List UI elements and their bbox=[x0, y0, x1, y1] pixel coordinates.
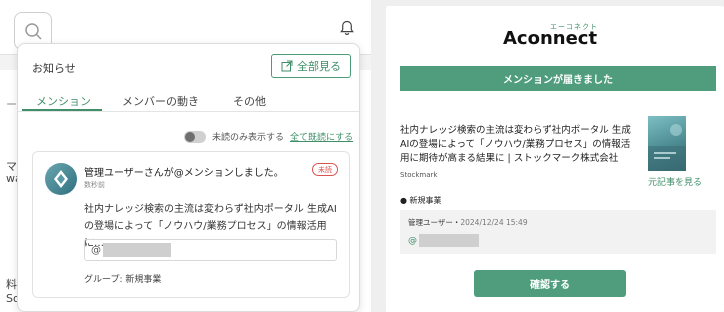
tab-member-activity[interactable]: メンバーの動き bbox=[122, 93, 199, 109]
thumbnail-graphic bbox=[648, 124, 686, 171]
article-source: Stockmark bbox=[400, 171, 438, 179]
popup-title: お知らせ bbox=[32, 62, 76, 75]
unread-only-label: 未読のみ表示する bbox=[212, 133, 285, 143]
confirm-button[interactable]: 確認する bbox=[474, 270, 626, 297]
redacted-username bbox=[103, 243, 171, 257]
background-text: ー bbox=[6, 98, 17, 111]
tab-mention[interactable]: メンション bbox=[36, 93, 91, 109]
external-link-icon bbox=[281, 60, 293, 72]
diamond-logo-icon bbox=[54, 170, 68, 188]
unread-badge: 未読 bbox=[312, 163, 338, 176]
notification-title: 管理ユーザーさんが@メンションしました。 bbox=[84, 168, 284, 179]
notification-tabs: メンション メンバーの動き その他 bbox=[18, 88, 359, 112]
view-all-button[interactable]: 全部見る bbox=[271, 54, 351, 78]
active-tab-indicator bbox=[22, 109, 102, 111]
article-thumbnail[interactable] bbox=[648, 116, 686, 171]
avatar bbox=[45, 163, 77, 195]
unread-only-toggle[interactable]: 未読のみ表示する bbox=[184, 130, 284, 143]
mention-prefix: @ bbox=[408, 235, 417, 246]
notification-card[interactable]: 管理ユーザーさんが@メンションしました。 数秒前 未読 社内ナレッジ検索の主流は… bbox=[32, 151, 350, 298]
view-all-label: 全部見る bbox=[297, 60, 341, 73]
mention-quote: @ bbox=[84, 239, 337, 261]
bell-icon[interactable] bbox=[340, 20, 354, 36]
view-original-link[interactable]: 元記事を見る bbox=[648, 175, 702, 188]
notification-time: 数秒前 bbox=[84, 181, 105, 189]
mention-prefix: @ bbox=[91, 244, 101, 256]
group-label: ● 新規事業 bbox=[400, 196, 442, 205]
redacted-username bbox=[419, 234, 479, 247]
notification-popup: お知らせ 全部見る メンション メンバーの動き その他 未読のみ表示する 全て既… bbox=[17, 43, 360, 312]
mark-all-read-link[interactable]: 全て既読にする bbox=[290, 130, 353, 143]
comment-author: 管理ユーザー bbox=[408, 218, 453, 227]
article-title[interactable]: 社内ナレッジ検索の主流は変わらず社内ポータル 生成AIの登場によって「ノウハウ/… bbox=[400, 124, 638, 166]
mention-banner: メンションが届きました bbox=[400, 66, 716, 91]
background-text: 料 bbox=[6, 278, 17, 291]
email-preview: エーコネクト Aconnect メンションが届きました 社内ナレッジ検索の主流は… bbox=[386, 6, 724, 312]
toggle-switch[interactable] bbox=[184, 130, 206, 143]
notification-group: グループ: 新規事業 bbox=[84, 275, 162, 285]
tab-other[interactable]: その他 bbox=[233, 93, 266, 109]
comment-meta: 管理ユーザー・2024/12/24 15:49 bbox=[408, 217, 528, 228]
app-panel: ー マ wa 料 So お知らせ 全部見る メンション メンバーの動き その他 … bbox=[0, 0, 371, 312]
comment-mention: @ bbox=[408, 234, 479, 247]
logo-text: Aconnect bbox=[503, 28, 598, 49]
comment-time: 2024/12/24 15:49 bbox=[460, 218, 528, 227]
comment-box: 管理ユーザー・2024/12/24 15:49 @ bbox=[400, 210, 716, 254]
search-icon bbox=[25, 23, 42, 40]
